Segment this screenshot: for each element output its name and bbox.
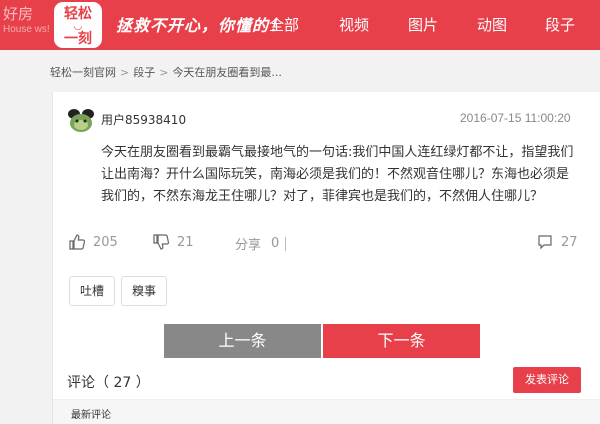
share-count: 0 (271, 236, 280, 251)
comment-count: 27 (561, 234, 578, 250)
post-comment-button[interactable]: 发表评论 (513, 367, 581, 393)
tag-rant[interactable]: 吐槽 (69, 276, 116, 306)
comments-heading: 评论（ 27 ） (67, 375, 150, 391)
comment-count-button[interactable]: 27 (537, 234, 578, 250)
site-logo[interactable]: 轻松 ◡ 一刻 (54, 2, 102, 48)
prev-post-button[interactable]: 上一条 (164, 324, 321, 358)
comment-bubble-icon (538, 235, 552, 250)
site-slogan: 拯救不开心，你懂的！ (116, 16, 287, 35)
breadcrumb-category[interactable]: 段子 (133, 66, 155, 79)
thumbs-up-icon (69, 234, 85, 250)
breadcrumb-separator-icon: > (159, 66, 169, 79)
latest-comments-bar: 最新评论 (53, 399, 600, 424)
logo-bottom-text: 一刻 (64, 31, 92, 47)
like-button[interactable]: 205 (69, 234, 118, 250)
breadcrumb-home[interactable]: 轻松一刻官网 (50, 66, 116, 79)
next-post-button[interactable]: 下一条 (323, 324, 480, 358)
post-content: 今天在朋友圈看到最霸气最接地气的一句话:我们中国人连红绿灯都不让，指望我们让出南… (101, 145, 574, 204)
breadcrumb-current: 今天在朋友圈看到最... (172, 66, 282, 79)
dislike-button[interactable]: 21 (153, 234, 194, 250)
avatar[interactable] (67, 106, 95, 134)
post-card: 用户85938410 2016-07-15 11:00:20 今天在朋友圈看到最… (52, 92, 600, 424)
thumbs-down-icon (153, 234, 169, 250)
nav-all[interactable]: 全部 (269, 0, 299, 50)
like-count: 205 (93, 234, 118, 250)
watermark-text: 好房 (3, 5, 34, 23)
nav-images[interactable]: 图片 (408, 0, 438, 50)
breadcrumb-separator-icon: > (120, 66, 130, 79)
dislike-count: 21 (177, 234, 194, 250)
top-header: 好房 House ws! 轻松 ◡ 一刻 拯救不开心，你懂的！ 全部 视频 图片… (0, 0, 600, 50)
share-label: 分享 (235, 238, 262, 253)
latest-comments-label: 最新评论 (71, 410, 111, 421)
post-timestamp: 2016-07-15 11:00:20 (460, 111, 571, 125)
breadcrumb: 轻松一刻官网 > 段子 > 今天在朋友圈看到最... (50, 64, 282, 80)
watermark-subtext: House ws! (3, 24, 50, 35)
share-divider (285, 236, 287, 251)
nav-jokes[interactable]: 段子 (545, 0, 575, 50)
nav-video[interactable]: 视频 (339, 0, 369, 50)
logo-top-text: 轻松 (64, 6, 92, 22)
post-username[interactable]: 用户85938410 (101, 111, 186, 128)
tag-embarrassing[interactable]: 糗事 (121, 276, 168, 306)
nav-gifs[interactable]: 动图 (477, 0, 507, 50)
share-button[interactable]: 分享 0 (235, 234, 287, 253)
